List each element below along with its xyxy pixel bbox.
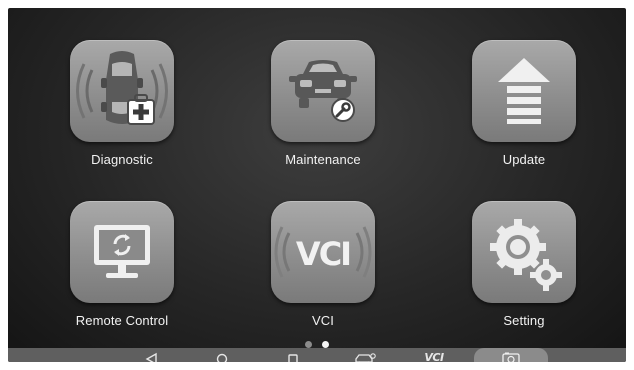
- back-icon: [145, 352, 157, 362]
- back-button[interactable]: [132, 348, 172, 362]
- page-dot-1[interactable]: [304, 341, 312, 348]
- recent-apps-button[interactable]: [273, 348, 313, 362]
- gears-icon: [472, 201, 576, 303]
- screenshot-icon: [502, 352, 520, 362]
- recent-apps-icon: [288, 354, 298, 362]
- update-arrow-icon: [472, 40, 576, 142]
- app-grid: Diagnostic Maintenance Update Remote Con…: [8, 8, 626, 338]
- app-label: VCI: [312, 313, 334, 328]
- remote-monitor-icon: [70, 201, 174, 303]
- car-diagnostic-icon: [70, 40, 174, 142]
- app-setting[interactable]: Setting: [449, 201, 599, 341]
- app-vci[interactable]: VCI VCI: [248, 201, 398, 341]
- app-diagnostic[interactable]: Diagnostic: [47, 40, 197, 180]
- vci-shortcut-icon: VCI: [424, 351, 444, 362]
- app-remote-control[interactable]: Remote Control: [47, 201, 197, 341]
- page-dot-2[interactable]: [322, 341, 330, 348]
- vci-icon: VCI: [271, 201, 375, 303]
- app-label: Setting: [503, 313, 545, 328]
- app-label: Diagnostic: [91, 152, 153, 167]
- app-label: Remote Control: [75, 313, 169, 328]
- page-indicator: [8, 335, 626, 348]
- car-shortcut-icon: [355, 353, 376, 362]
- vci-icon-text: VCI: [296, 235, 350, 273]
- app-maintenance[interactable]: Maintenance: [248, 40, 398, 180]
- screenshot-button[interactable]: [474, 348, 548, 362]
- car-wrench-icon: [271, 40, 375, 142]
- app-label: Update: [502, 152, 546, 167]
- home-screen: Diagnostic Maintenance Update Remote Con…: [8, 8, 626, 362]
- navigation-bar: VCI: [8, 348, 626, 362]
- home-icon: [216, 353, 228, 362]
- app-label: Maintenance: [285, 152, 361, 167]
- app-update[interactable]: Update: [449, 40, 599, 180]
- car-shortcut-button[interactable]: [344, 348, 384, 362]
- vci-shortcut-button[interactable]: VCI: [414, 348, 454, 362]
- home-button[interactable]: [202, 348, 242, 362]
